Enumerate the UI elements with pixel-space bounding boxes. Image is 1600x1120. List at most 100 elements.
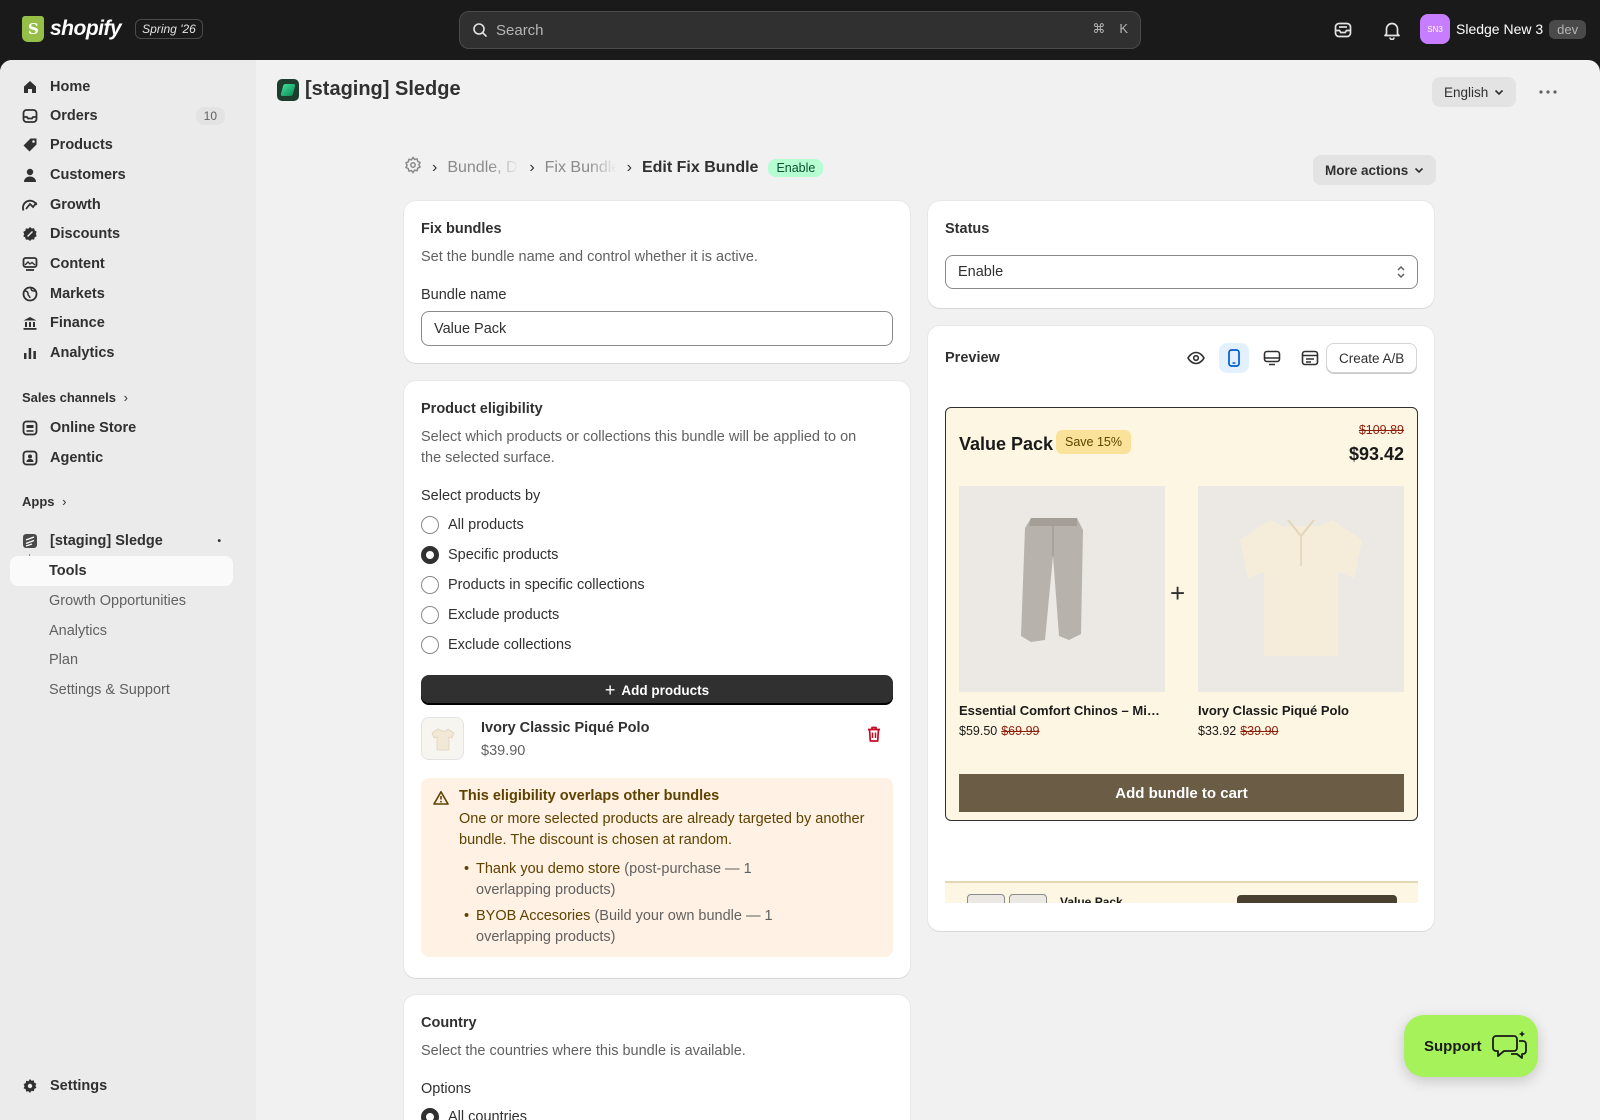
sidebar-item-settings[interactable]: Settings — [10, 1071, 233, 1101]
radio-products-in-collections[interactable]: Products in specific collections — [421, 576, 645, 594]
shopify-logo[interactable]: shopify Spring '26 — [22, 16, 203, 42]
sidebar-subitem-growth-opportunities[interactable]: Growth Opportunities — [10, 586, 233, 616]
card-title: Fix bundles — [421, 221, 502, 237]
breadcrumb-item[interactable]: Bundle, Discounts — [447, 159, 519, 177]
shopify-bag-icon — [22, 16, 44, 42]
bank-icon — [22, 315, 38, 331]
bell-icon[interactable] — [1380, 18, 1404, 42]
more-actions-button[interactable]: More actions — [1313, 155, 1437, 185]
sidebar-item-customers[interactable]: Customers — [10, 160, 233, 190]
radio-circle[interactable] — [421, 606, 439, 624]
sales-channels-header[interactable]: Sales channels › — [22, 390, 128, 405]
inbox-icon[interactable] — [1331, 18, 1355, 42]
radio-specific-products[interactable]: Specific products — [421, 546, 558, 564]
sidebar-item-orders[interactable]: Orders 10 — [10, 101, 233, 131]
product-price: $39.90 — [481, 743, 526, 759]
warning-title: This eligibility overlaps other bundles — [459, 788, 720, 804]
mobile-view-icon[interactable] — [1219, 343, 1249, 373]
sidebar-item-agentic[interactable]: Agentic — [10, 443, 233, 473]
create-ab-button[interactable]: Create A/B — [1326, 343, 1418, 373]
card-description: Select which products or collections thi… — [421, 429, 857, 445]
selected-product-row: Ivory Classic Piqué Polo $39.90 — [421, 717, 893, 761]
top-bar: shopify Spring '26 Search ⌘ K SN3 Sledge… — [0, 0, 1600, 60]
sledge-app-icon — [22, 533, 38, 549]
sidebar-item-online-store[interactable]: Online Store — [10, 413, 233, 443]
fix-bundles-card: Fix bundles Set the bundle name and cont… — [404, 201, 910, 363]
bundle-product-old-price: $69.99 — [1001, 724, 1040, 738]
chevron-down-icon — [1415, 167, 1424, 174]
radio-circle[interactable] — [421, 516, 439, 534]
radio-circle[interactable] — [421, 546, 439, 564]
globe-icon — [22, 286, 38, 302]
sidebar-item-label: Settings — [50, 1078, 108, 1094]
overlap-bundle-link[interactable]: BYOB Accesories — [476, 908, 590, 924]
radio-exclude-products[interactable]: Exclude products — [421, 606, 559, 624]
tag-icon — [22, 137, 38, 153]
sidebar-item-content[interactable]: Content — [10, 249, 233, 279]
status-select[interactable]: Enable — [945, 255, 1418, 289]
apps-header[interactable]: Apps › — [22, 494, 66, 509]
radio-circle[interactable] — [421, 1108, 439, 1120]
chevron-right-icon: › — [62, 494, 67, 509]
sidebar-item-home[interactable]: Home — [10, 72, 233, 102]
sidebar-item-label: Tools — [49, 563, 87, 579]
radio-circle[interactable] — [421, 636, 439, 654]
add-bundle-to-cart-button[interactable]: Add bundle to cart — [959, 774, 1404, 812]
sidebar-item-label: Orders — [50, 108, 98, 124]
radio-circle[interactable] — [421, 576, 439, 594]
eye-icon[interactable] — [1181, 343, 1211, 373]
bundle-name-input[interactable]: Value Pack — [421, 311, 893, 346]
plus-icon: + — [1170, 578, 1186, 608]
overlap-detail: overlapping products) — [476, 929, 616, 945]
page-title: [staging] Sledge — [277, 78, 461, 101]
bundle-product-name: Ivory Classic Piqué Polo — [1198, 703, 1349, 718]
avatar: SN3 — [1420, 14, 1450, 44]
chinos-pants-icon — [1021, 518, 1083, 642]
product-thumbnail — [421, 717, 464, 760]
support-button[interactable]: Support — [1404, 1015, 1538, 1077]
trash-icon[interactable] — [866, 725, 882, 746]
overlap-list-item: BYOB Accesories (Build your own bundle —… — [464, 906, 776, 948]
sidebar-item-discounts[interactable]: Discounts — [10, 219, 233, 249]
sidebar-item-markets[interactable]: Markets — [10, 279, 233, 309]
sidebar-item-label: Customers — [50, 167, 126, 183]
radio-exclude-collections[interactable]: Exclude collections — [421, 636, 571, 654]
radio-all-products[interactable]: All products — [421, 516, 524, 534]
sidebar-item-label: Markets — [50, 286, 105, 302]
sidebar-item-analytics[interactable]: Analytics — [10, 338, 233, 368]
more-actions-label: More actions — [1325, 162, 1409, 178]
search-icon — [473, 23, 487, 37]
overlap-bundle-link[interactable]: Thank you demo store — [476, 861, 620, 877]
user-menu[interactable]: SN3 Sledge New 3 dev — [1420, 14, 1587, 44]
sidebar-subitem-plan[interactable]: Plan — [10, 645, 233, 675]
add-products-button[interactable]: + Add products — [421, 675, 893, 705]
overlap-list-item: Thank you demo store (post-purchase — 1 … — [464, 859, 776, 901]
sidebar-item-growth[interactable]: Growth — [10, 190, 233, 220]
sidebar-item-app-sledge[interactable]: [staging] Sledge • — [10, 526, 233, 556]
create-ab-label: Create A/B — [1339, 350, 1405, 366]
sidebar-subitem-analytics[interactable]: Analytics — [10, 616, 233, 646]
desktop-view-icon[interactable] — [1257, 343, 1287, 373]
more-options-icon[interactable] — [1536, 80, 1560, 104]
layout-view-icon[interactable] — [1295, 343, 1325, 373]
bundle-preview-widget: Value Pack Save 15% $109.89 $93.42 + Ess… — [945, 407, 1418, 821]
sidebar-subitem-tools[interactable]: Tools — [10, 556, 233, 586]
card-description: the selected surface. — [421, 450, 555, 466]
breadcrumb-item[interactable]: Fix Bundles — [545, 159, 617, 177]
bundle-product-price: $33.92 $39.90 — [1198, 724, 1278, 738]
pin-dot-icon[interactable]: • — [217, 536, 221, 547]
bundle-name-value: Value Pack — [434, 320, 507, 337]
sidebar-item-finance[interactable]: Finance — [10, 308, 233, 338]
status-badge: Enable — [768, 158, 824, 177]
search-input[interactable]: Search ⌘ K — [459, 11, 1141, 49]
sidebar-subitem-settings-support[interactable]: Settings & Support — [10, 675, 233, 705]
radio-all-countries[interactable]: All countries — [421, 1108, 527, 1120]
language-select[interactable]: English — [1432, 77, 1517, 107]
sidebar-item-products[interactable]: Products — [10, 130, 233, 160]
chevron-right-icon: › — [626, 158, 632, 176]
shortcut-key: K — [1119, 21, 1128, 36]
sidebar: Home Orders 10 Products Customers Growth… — [0, 60, 256, 1120]
breadcrumb: › Bundle, Discounts › Fix Bundles › Edit… — [404, 156, 824, 179]
bundle-name-label: Bundle name — [421, 287, 507, 303]
settings-cog-icon[interactable] — [404, 156, 422, 179]
